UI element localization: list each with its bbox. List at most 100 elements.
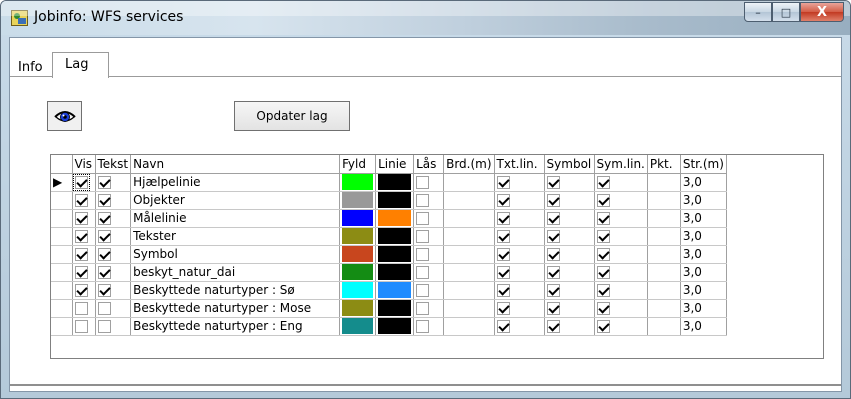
tekst-checkbox[interactable] — [97, 212, 111, 225]
size[interactable]: 3,0 — [680, 209, 727, 228]
symbol-line-checkbox[interactable] — [596, 212, 610, 225]
vis-checkbox[interactable] — [74, 230, 88, 243]
point[interactable] — [647, 227, 681, 246]
point[interactable] — [647, 299, 681, 318]
layer-name[interactable]: Symbol — [130, 245, 341, 264]
text-line-checkbox[interactable] — [496, 302, 510, 315]
fill-color-cell[interactable] — [339, 263, 377, 282]
tekst-checkbox[interactable] — [97, 194, 111, 207]
size[interactable]: 3,0 — [680, 245, 727, 264]
visibility-button[interactable] — [47, 101, 82, 131]
header-sym-lin[interactable]: Sym.lin. — [594, 155, 648, 174]
tekst-checkbox[interactable] — [97, 176, 111, 189]
fill-color-cell[interactable] — [339, 227, 377, 246]
table-row[interactable]: Symbol 3,0 — [51, 245, 727, 264]
symbol-line-checkbox[interactable] — [596, 266, 610, 279]
size[interactable]: 3,0 — [680, 317, 727, 336]
layer-name[interactable]: Beskyttede naturtyper : Mose — [130, 299, 341, 318]
tekst-checkbox[interactable] — [97, 302, 111, 315]
header-vis[interactable]: Vis — [72, 155, 96, 174]
table-row[interactable]: Beskyttede naturtyper : Eng 3,0 — [51, 317, 727, 336]
layer-name[interactable]: Objekter — [130, 191, 341, 210]
fill-color-cell[interactable] — [339, 173, 377, 192]
point[interactable] — [647, 245, 681, 264]
header-fyld[interactable]: Fyld — [339, 155, 377, 174]
text-line-checkbox[interactable] — [496, 230, 510, 243]
size[interactable]: 3,0 — [680, 191, 727, 210]
header-symbol[interactable]: Symbol — [544, 155, 595, 174]
fill-color-cell[interactable] — [339, 191, 377, 210]
text-line-checkbox[interactable] — [496, 194, 510, 207]
layer-name[interactable]: beskyt_natur_dai — [130, 263, 341, 282]
lock-checkbox[interactable] — [416, 320, 430, 333]
symbol-checkbox[interactable] — [546, 194, 560, 207]
line-color-cell[interactable] — [375, 317, 415, 336]
text-line-checkbox[interactable] — [496, 320, 510, 333]
fill-color-cell[interactable] — [339, 299, 377, 318]
line-color-cell[interactable] — [375, 173, 415, 192]
header-str-m[interactable]: Str.(m) — [680, 155, 727, 174]
line-color-cell[interactable] — [375, 299, 415, 318]
symbol-line-checkbox[interactable] — [596, 302, 610, 315]
lock-checkbox[interactable] — [416, 194, 430, 207]
border-width[interactable] — [443, 281, 495, 300]
lock-checkbox[interactable] — [416, 302, 430, 315]
symbol-line-checkbox[interactable] — [596, 194, 610, 207]
point[interactable] — [647, 317, 681, 336]
tab-lag[interactable]: Lag — [52, 52, 110, 78]
border-width[interactable] — [443, 245, 495, 264]
maximize-button[interactable]: □ — [772, 2, 800, 22]
text-line-checkbox[interactable] — [496, 284, 510, 297]
vis-checkbox[interactable] — [74, 194, 88, 207]
table-row[interactable]: Objekter 3,0 — [51, 191, 727, 210]
lock-checkbox[interactable] — [416, 266, 430, 279]
header-navn[interactable]: Navn — [130, 155, 341, 174]
vis-checkbox[interactable] — [74, 284, 88, 297]
lock-checkbox[interactable] — [416, 284, 430, 297]
vis-checkbox[interactable] — [74, 320, 88, 333]
text-line-checkbox[interactable] — [496, 212, 510, 225]
symbol-line-checkbox[interactable] — [596, 248, 610, 261]
line-color-cell[interactable] — [375, 227, 415, 246]
text-line-checkbox[interactable] — [496, 248, 510, 261]
vis-checkbox[interactable] — [74, 266, 88, 279]
close-button[interactable]: X — [800, 2, 844, 22]
border-width[interactable] — [443, 299, 495, 318]
symbol-checkbox[interactable] — [546, 176, 560, 189]
fill-color-cell[interactable] — [339, 317, 377, 336]
header-linie[interactable]: Linie — [375, 155, 415, 174]
layer-name[interactable]: Beskyttede naturtyper : Eng — [130, 317, 341, 336]
tekst-checkbox[interactable] — [97, 230, 111, 243]
fill-color-cell[interactable] — [339, 209, 377, 228]
size[interactable]: 3,0 — [680, 227, 727, 246]
line-color-cell[interactable] — [375, 245, 415, 264]
point[interactable] — [647, 173, 681, 192]
fill-color-cell[interactable] — [339, 245, 377, 264]
header-tekst[interactable]: Tekst — [95, 155, 132, 174]
symbol-checkbox[interactable] — [546, 302, 560, 315]
border-width[interactable] — [443, 263, 495, 282]
vis-checkbox[interactable] — [74, 212, 88, 225]
table-row[interactable]: ▶ Hjælpelinie 3,0 — [51, 173, 727, 192]
header-txt-lin[interactable]: Txt.lin. — [494, 155, 545, 174]
border-width[interactable] — [443, 227, 495, 246]
tekst-checkbox[interactable] — [97, 248, 111, 261]
lock-checkbox[interactable] — [416, 248, 430, 261]
tab-info[interactable]: Info — [12, 58, 49, 78]
symbol-line-checkbox[interactable] — [596, 176, 610, 189]
symbol-checkbox[interactable] — [546, 212, 560, 225]
border-width[interactable] — [443, 191, 495, 210]
size[interactable]: 3,0 — [680, 263, 727, 282]
vis-checkbox[interactable] — [74, 248, 88, 261]
tekst-checkbox[interactable] — [97, 320, 111, 333]
symbol-line-checkbox[interactable] — [596, 284, 610, 297]
line-color-cell[interactable] — [375, 209, 415, 228]
size[interactable]: 3,0 — [680, 173, 727, 192]
table-row[interactable]: Tekster 3,0 — [51, 227, 727, 246]
line-color-cell[interactable] — [375, 281, 415, 300]
border-width[interactable] — [443, 209, 495, 228]
header-lås[interactable]: Lås — [413, 155, 445, 174]
symbol-line-checkbox[interactable] — [596, 230, 610, 243]
symbol-checkbox[interactable] — [546, 320, 560, 333]
vis-checkbox[interactable] — [74, 302, 88, 315]
